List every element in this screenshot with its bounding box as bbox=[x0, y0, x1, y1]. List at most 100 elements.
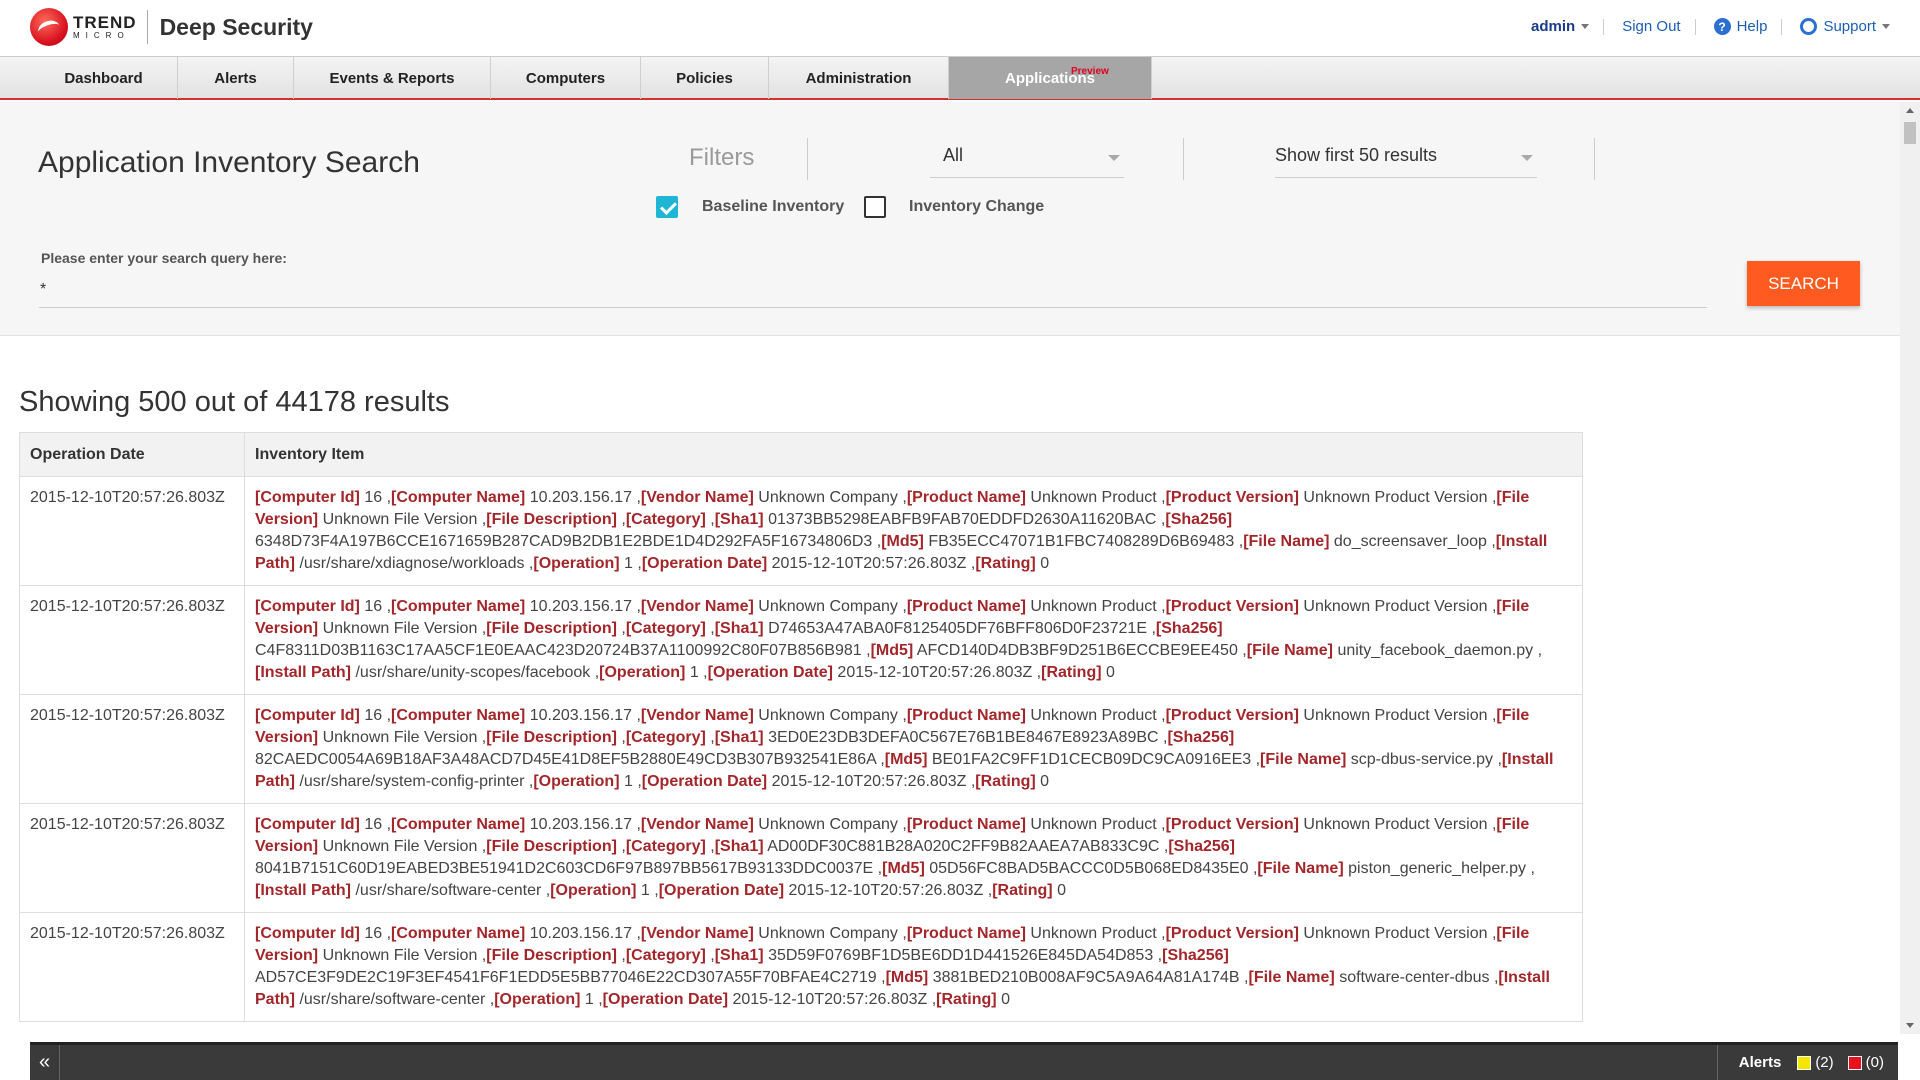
search-panel: Application Inventory Search Filters All… bbox=[0, 102, 1900, 336]
field-value-sha256: 82CAEDC0054A69B18AF3A48ACD7D45E41D8EF5B2… bbox=[255, 751, 876, 768]
field-label-install-path: [Install Path] bbox=[255, 664, 352, 681]
field-value-product-version: Unknown Product Version bbox=[1303, 598, 1488, 615]
nav-computers[interactable]: Computers bbox=[491, 57, 641, 99]
field-value-md5: 3881BED210B008AF9C5A9A64A81A174B bbox=[932, 969, 1240, 986]
field-value-computer-name: 10.203.156.17 bbox=[529, 489, 633, 506]
filter-select-value: All bbox=[943, 145, 964, 165]
field-value-operation-date: 2015-12-10T20:57:26.803Z bbox=[732, 991, 928, 1008]
table-row[interactable]: 2015-12-10T20:57:26.803Z [Computer Id] 16… bbox=[19, 585, 1583, 695]
inventory-item-cell: [Computer Id] 16 ,[Computer Name] 10.203… bbox=[244, 476, 1583, 586]
field-label-file-name: [File Name] bbox=[1257, 860, 1344, 877]
field-value-product-version: Unknown Product Version bbox=[1303, 925, 1488, 942]
operation-date-cell: 2015-12-10T20:57:26.803Z bbox=[19, 912, 245, 1022]
field-value-operation: 1 bbox=[584, 991, 594, 1008]
field-value-vendor-name: Unknown Company bbox=[758, 816, 898, 833]
field-label-product-version: [Product Version] bbox=[1165, 816, 1299, 833]
field-value-sha256: 6348D73F4A197B6CCE1671659B287CAD9B2DB1E2… bbox=[255, 533, 873, 550]
critical-alert-icon bbox=[1847, 1055, 1862, 1070]
field-label-category: [Category] bbox=[625, 729, 706, 746]
inventory-change-label: Inventory Change bbox=[909, 198, 1045, 215]
field-label-product-name: [Product Name] bbox=[906, 707, 1026, 724]
field-label-product-version: [Product Version] bbox=[1165, 925, 1299, 942]
field-value-computer-name: 10.203.156.17 bbox=[529, 925, 633, 942]
trend-micro-logo[interactable]: TREND MICRO Deep Security bbox=[30, 8, 313, 46]
main-nav: Dashboard Alerts Events & Reports Comput… bbox=[0, 56, 1920, 100]
nav-administration[interactable]: Administration bbox=[769, 57, 949, 99]
field-value-md5: 05D56FC8BAD5BACCC0D5B068ED8435E0 bbox=[929, 860, 1249, 877]
logo-micro-text: MICRO bbox=[73, 31, 130, 40]
filter-select[interactable]: All bbox=[930, 134, 1124, 178]
field-label-sha1: [Sha1] bbox=[714, 947, 764, 964]
inventory-item-cell: [Computer Id] 16 ,[Computer Name] 10.203… bbox=[244, 694, 1583, 804]
collapse-panel-button[interactable]: « bbox=[30, 1045, 60, 1080]
inventory-change-checkbox[interactable] bbox=[864, 196, 886, 218]
field-value-sha256: AD57CE3F9DE2C19F3EF4541F6F1EDD5E5BB77046… bbox=[255, 969, 877, 986]
field-value-install-path: /usr/share/software-center bbox=[355, 882, 542, 899]
search-button[interactable]: SEARCH bbox=[1747, 261, 1860, 306]
column-inventory-item[interactable]: Inventory Item bbox=[244, 432, 1583, 477]
scroll-up-arrow-icon[interactable] bbox=[1906, 108, 1914, 113]
results-limit-select[interactable]: Show first 50 results bbox=[1275, 134, 1537, 178]
field-label-computer-id: [Computer Id] bbox=[255, 707, 360, 724]
scroll-thumb[interactable] bbox=[1904, 122, 1916, 144]
table-row[interactable]: 2015-12-10T20:57:26.803Z [Computer Id] 16… bbox=[19, 803, 1583, 913]
field-label-md5: [Md5] bbox=[884, 751, 928, 768]
field-label-md5: [Md5] bbox=[881, 533, 924, 550]
results-table: Operation Date Inventory Item 2015-12-10… bbox=[19, 432, 1583, 1022]
field-label-md5: [Md5] bbox=[885, 969, 929, 986]
field-value-computer-id: 16 bbox=[364, 816, 383, 833]
field-value-rating: 0 bbox=[1040, 555, 1050, 572]
table-row[interactable]: 2015-12-10T20:57:26.803Z [Computer Id] 16… bbox=[19, 912, 1583, 1022]
page-scrollbar[interactable] bbox=[1900, 102, 1920, 1034]
nav-applications[interactable]: Applications Preview bbox=[949, 57, 1152, 99]
results-table-container[interactable]: Operation Date Inventory Item 2015-12-10… bbox=[19, 432, 1583, 1030]
field-value-sha256: C4F8311D03B1163C17AA5CF1E0EAAC423D20724B… bbox=[255, 642, 862, 659]
field-label-operation-date: [Operation Date] bbox=[658, 882, 785, 899]
field-label-md5: [Md5] bbox=[870, 642, 914, 659]
field-value-product-name: Unknown Product bbox=[1030, 489, 1157, 506]
field-label-category: [Category] bbox=[625, 947, 706, 964]
help-link[interactable]: ? Help bbox=[1713, 18, 1767, 35]
nav-dashboard[interactable]: Dashboard bbox=[30, 57, 178, 99]
field-label-operation: [Operation] bbox=[599, 664, 686, 681]
field-value-sha1: 35D59F0769BF1D5BE6DD1D441526E845DA54D853 bbox=[768, 947, 1154, 964]
field-label-sha256: [Sha256] bbox=[1167, 729, 1235, 746]
field-label-sha1: [Sha1] bbox=[714, 729, 764, 746]
field-value-operation: 1 bbox=[689, 664, 699, 681]
field-value-computer-name: 10.203.156.17 bbox=[529, 707, 633, 724]
table-row[interactable]: 2015-12-10T20:57:26.803Z [Computer Id] 16… bbox=[19, 476, 1583, 586]
field-value-install-path: /usr/share/unity-scopes/facebook bbox=[355, 664, 591, 681]
operation-date-cell: 2015-12-10T20:57:26.803Z bbox=[19, 476, 245, 586]
field-value-install-path: /usr/share/xdiagnose/workloads bbox=[299, 555, 525, 572]
field-label-product-name: [Product Name] bbox=[906, 816, 1026, 833]
inventory-item-cell: [Computer Id] 16 ,[Computer Name] 10.203… bbox=[244, 912, 1583, 1022]
search-query-input[interactable] bbox=[39, 272, 1707, 308]
field-value-md5: BE01FA2C9FF1D1CECB09DC9CA0916EE3 bbox=[931, 751, 1252, 768]
field-label-rating: [Rating] bbox=[936, 991, 997, 1008]
field-value-vendor-name: Unknown Company bbox=[758, 489, 898, 506]
support-menu[interactable]: Support bbox=[1800, 18, 1890, 35]
table-row[interactable]: 2015-12-10T20:57:26.803Z [Computer Id] 16… bbox=[19, 694, 1583, 804]
field-value-install-path: /usr/share/software-center bbox=[299, 991, 486, 1008]
field-value-file-version: Unknown File Version bbox=[322, 947, 478, 964]
inventory-item-cell: [Computer Id] 16 ,[Computer Name] 10.203… bbox=[244, 803, 1583, 913]
field-value-computer-id: 16 bbox=[364, 925, 383, 942]
header-links: admin Sign Out ? Help Support bbox=[1513, 18, 1890, 35]
warning-alert-count: (2) bbox=[1815, 1054, 1834, 1071]
column-operation-date[interactable]: Operation Date bbox=[19, 432, 245, 477]
field-value-product-name: Unknown Product bbox=[1030, 925, 1157, 942]
nav-events-reports[interactable]: Events & Reports bbox=[294, 57, 491, 99]
field-label-sha1: [Sha1] bbox=[714, 620, 764, 637]
chevron-down-icon bbox=[1882, 24, 1890, 29]
user-menu[interactable]: admin bbox=[1531, 18, 1590, 35]
nav-policies[interactable]: Policies bbox=[641, 57, 769, 99]
alerts-summary[interactable]: Alerts (2) (0) bbox=[1716, 1045, 1884, 1080]
field-label-computer-id: [Computer Id] bbox=[255, 925, 360, 942]
sign-out-link[interactable]: Sign Out bbox=[1622, 18, 1680, 35]
baseline-inventory-checkbox[interactable] bbox=[656, 196, 678, 218]
field-value-file-version: Unknown File Version bbox=[322, 620, 478, 637]
scroll-down-arrow-icon[interactable] bbox=[1906, 1023, 1914, 1028]
nav-alerts[interactable]: Alerts bbox=[178, 57, 294, 99]
query-label: Please enter your search query here: bbox=[41, 250, 287, 266]
field-label-category: [Category] bbox=[625, 511, 706, 528]
